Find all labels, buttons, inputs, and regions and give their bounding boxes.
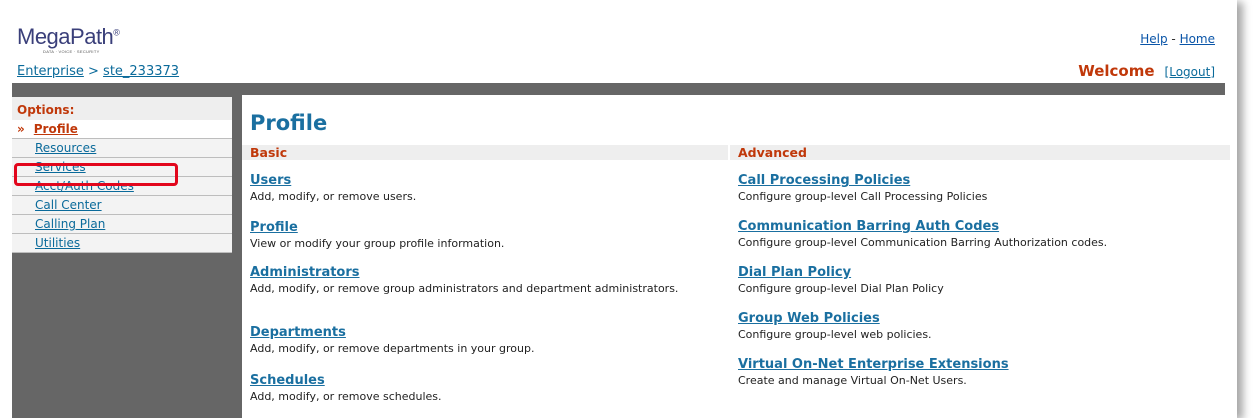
breadcrumb-site[interactable]: ste_233373 [103,64,179,79]
breadcrumb: Enterprise > ste_233373 [17,64,179,79]
communication-barring-link[interactable]: Communication Barring Auth Codes [738,219,1218,234]
dial-plan-policy-link[interactable]: Dial Plan Policy [738,265,1218,280]
administrators-link[interactable]: Administrators [250,265,690,280]
profile-description: View or modify your group profile inform… [250,237,505,250]
list-item-virtual-on-net: Virtual On-Net Enterprise Extensions Cre… [738,357,1218,387]
list-item-profile: Profile View or modify your group profil… [250,220,690,250]
sidebar-item-label[interactable]: Resources [35,141,96,155]
sidebar-item-calling-plan[interactable]: Calling Plan [12,215,232,234]
list-item-users: Users Add, modify, or remove users. [250,173,690,203]
sidebar-item-label[interactable]: Profile [34,122,78,136]
basic-section-heading: Basic [242,145,728,160]
top-bar [12,83,1225,95]
sidebar-item-utilities[interactable]: Utilities [12,234,232,253]
advanced-section-heading: Advanced [730,145,1230,160]
help-link[interactable]: Help [1140,32,1167,46]
sidebar-item-profile[interactable]: » Profile [12,120,232,139]
departments-description: Add, modify, or remove departments in yo… [250,342,535,355]
options-heading: Options: [12,97,232,120]
list-item-departments: Departments Add, modify, or remove depar… [250,325,690,355]
profile-link[interactable]: Profile [250,220,690,235]
breadcrumb-separator: > [83,64,104,79]
list-item-group-web-policies: Group Web Policies Configure group-level… [738,311,1218,341]
dial-plan-policy-description: Configure group-level Dial Plan Policy [738,282,944,295]
welcome-area: Welcome [Logout] [1078,62,1215,80]
list-item-administrators: Administrators Add, modify, or remove gr… [250,265,690,295]
logo-text: MegaPath [17,24,114,49]
link-separator: - [1167,32,1180,46]
services-highlight-box [14,163,178,186]
group-web-policies-description: Configure group-level web policies. [738,328,932,341]
virtual-on-net-description: Create and manage Virtual On-Net Users. [738,374,967,387]
departments-link[interactable]: Departments [250,325,690,340]
schedules-description: Add, modify, or remove schedules. [250,390,442,403]
sidebar-item-call-center[interactable]: Call Center [12,196,232,215]
active-marker-icon: » [17,122,25,136]
sidebar-item-resources[interactable]: Resources [12,139,232,158]
call-processing-policies-description: Configure group-level Call Processing Po… [738,190,988,203]
administrators-description: Add, modify, or remove group administrat… [250,282,679,295]
home-link[interactable]: Home [1180,32,1215,46]
virtual-on-net-link[interactable]: Virtual On-Net Enterprise Extensions [738,357,1218,372]
top-links: Help - Home [1140,32,1215,46]
list-item-schedules: Schedules Add, modify, or remove schedul… [250,373,690,403]
logout-link[interactable]: [Logout] [1165,65,1215,79]
sidebar-item-label[interactable]: Utilities [35,236,80,250]
breadcrumb-enterprise[interactable]: Enterprise [17,64,84,79]
logo-reg: ® [113,27,120,38]
users-link[interactable]: Users [250,173,690,188]
sidebar-item-label[interactable]: Calling Plan [35,217,105,231]
sidebar-item-label[interactable]: Call Center [35,198,102,212]
main-content: Profile Basic Advanced Users Add, modify… [242,97,1230,418]
browser-page: MegaPath® DATA · VOICE · SECURITY Help -… [0,0,1237,418]
welcome-text: Welcome [1078,62,1155,80]
logo-tagline: DATA · VOICE · SECURITY [43,49,100,54]
communication-barring-description: Configure group-level Communication Barr… [738,236,1108,249]
page-title: Profile [250,111,328,135]
list-item-dial-plan-policy: Dial Plan Policy Configure group-level D… [738,265,1218,295]
content-gutter [232,95,242,418]
list-item-call-processing-policies: Call Processing Policies Configure group… [738,173,1218,203]
group-web-policies-link[interactable]: Group Web Policies [738,311,1218,326]
call-processing-policies-link[interactable]: Call Processing Policies [738,173,1218,188]
list-item-communication-barring: Communication Barring Auth Codes Configu… [738,219,1218,249]
users-description: Add, modify, or remove users. [250,190,417,203]
schedules-link[interactable]: Schedules [250,373,690,388]
megapath-logo: MegaPath® DATA · VOICE · SECURITY [17,24,120,54]
